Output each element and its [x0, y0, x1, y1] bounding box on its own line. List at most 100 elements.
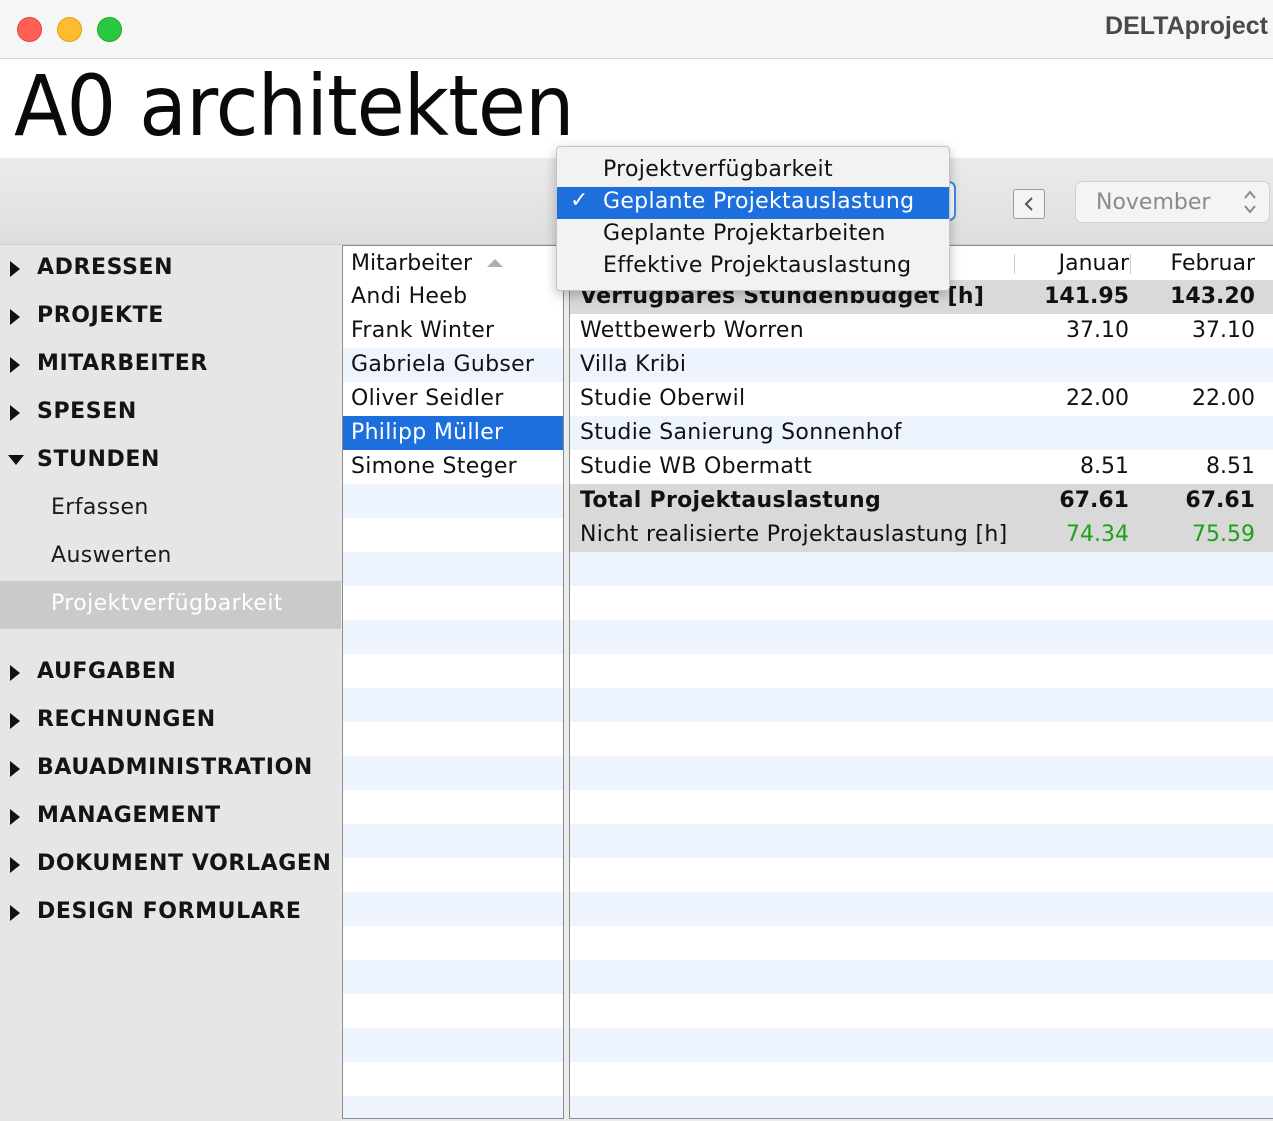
empty-row: [343, 892, 563, 926]
sidebar-item-label: BAUADMINISTRATION: [37, 755, 313, 780]
employee-column-header[interactable]: Mitarbeiter: [343, 246, 563, 280]
menu-item-geplante-projektauslastung[interactable]: ✓ Geplante Projektauslastung: [557, 187, 949, 219]
empty-row: [343, 722, 563, 756]
view-dropdown-menu: Projektverfügbarkeit ✓ Geplante Projekta…: [556, 146, 950, 291]
sidebar-item-label: DESIGN FORMULARE: [37, 899, 302, 924]
menu-item-label: Projektverfügbarkeit: [603, 157, 833, 182]
sidebar-item-adressen[interactable]: ADRESSEN: [0, 245, 341, 293]
cell-januar: 8.51: [1080, 454, 1129, 479]
empty-row: [343, 688, 563, 722]
sidebar-item-rechnungen[interactable]: RECHNUNGEN: [0, 697, 341, 745]
maximize-window-button[interactable]: [97, 17, 122, 42]
row-description: Studie Sanierung Sonnenhof: [580, 420, 902, 445]
sidebar-item-management[interactable]: MANAGEMENT: [0, 793, 341, 841]
empty-row: [343, 1062, 563, 1096]
employee-row[interactable]: Oliver Seidler: [343, 382, 563, 416]
sidebar-item-dokument-vorlagen[interactable]: DOKUMENT VORLAGEN: [0, 841, 341, 889]
empty-row: [343, 960, 563, 994]
empty-row: [343, 586, 563, 620]
column-separator: [1130, 254, 1131, 274]
sidebar-item-aufgaben[interactable]: AUFGABEN: [0, 649, 341, 697]
sidebar-subitem-auswerten[interactable]: Auswerten: [0, 533, 341, 581]
empty-row: [570, 552, 1273, 586]
employee-name: Andi Heeb: [351, 284, 468, 309]
sidebar-item-label: RECHNUNGEN: [37, 707, 216, 732]
cell-januar: 67.61: [1059, 488, 1129, 513]
month-select-value: November: [1096, 190, 1211, 215]
table-row[interactable]: Villa Kribi: [570, 348, 1273, 382]
table-row-total[interactable]: Total Projektauslastung 67.61 67.61: [570, 484, 1273, 518]
empty-row: [343, 1096, 563, 1118]
empty-row: [570, 1096, 1273, 1118]
table-row[interactable]: Wettbewerb Worren 37.10 37.10: [570, 314, 1273, 348]
company-name: A0 architekten: [14, 57, 574, 155]
row-description: Nicht realisierte Projektauslastung [h]: [580, 522, 1008, 547]
menu-item-geplante-projektarbeiten[interactable]: Geplante Projektarbeiten: [557, 219, 949, 251]
employee-row[interactable]: Simone Steger: [343, 450, 563, 484]
triangle-right-icon: [10, 713, 20, 729]
month-select[interactable]: November: [1075, 181, 1270, 223]
employee-header-label: Mitarbeiter: [351, 251, 473, 276]
empty-row: [343, 994, 563, 1028]
sidebar-item-spesen[interactable]: SPESEN: [0, 389, 341, 437]
employee-row[interactable]: Gabriela Gubser: [343, 348, 563, 382]
employee-name: Oliver Seidler: [351, 386, 504, 411]
table-row[interactable]: Studie Oberwil 22.00 22.00: [570, 382, 1273, 416]
sidebar-subitem-projektverfuegbarkeit[interactable]: Projektverfügbarkeit: [0, 581, 341, 629]
empty-row: [570, 722, 1273, 756]
empty-row: [570, 620, 1273, 654]
sidebar-item-bauadministration[interactable]: BAUADMINISTRATION: [0, 745, 341, 793]
employee-row[interactable]: Andi Heeb: [343, 280, 563, 314]
row-description: Wettbewerb Worren: [580, 318, 805, 343]
sidebar-subitem-label: Auswerten: [51, 543, 172, 568]
triangle-right-icon: [10, 405, 20, 421]
empty-row: [343, 756, 563, 790]
row-description: Villa Kribi: [580, 352, 687, 377]
empty-row: [343, 1028, 563, 1062]
cell-februar: 143.20: [1170, 284, 1255, 309]
table-row[interactable]: Studie Sanierung Sonnenhof: [570, 416, 1273, 450]
chevron-left-icon: [1024, 197, 1033, 211]
sidebar-item-stunden[interactable]: STUNDEN: [0, 437, 341, 485]
triangle-right-icon: [10, 761, 20, 777]
previous-button[interactable]: [1013, 189, 1045, 219]
app-title: DELTAproject: [1105, 12, 1268, 40]
empty-row: [570, 960, 1273, 994]
empty-row: [343, 858, 563, 892]
sidebar-item-mitarbeiter[interactable]: MITARBEITER: [0, 341, 341, 389]
empty-row: [343, 654, 563, 688]
cell-februar: 8.51: [1206, 454, 1255, 479]
column-header-februar[interactable]: Februar: [1171, 251, 1255, 276]
cell-februar: 22.00: [1192, 386, 1255, 411]
empty-row: [570, 824, 1273, 858]
title-bar: DELTAproject: [0, 0, 1273, 59]
sidebar-item-design-formulare[interactable]: DESIGN FORMULARE: [0, 889, 341, 937]
triangle-right-icon: [10, 309, 20, 325]
close-window-button[interactable]: [17, 17, 42, 42]
sidebar-item-label: PROJEKTE: [37, 303, 164, 328]
triangle-right-icon: [10, 665, 20, 681]
table-row-unrealized[interactable]: Nicht realisierte Projektauslastung [h] …: [570, 518, 1273, 552]
employee-row[interactable]: Frank Winter: [343, 314, 563, 348]
empty-row: [570, 1062, 1273, 1096]
empty-row: [570, 892, 1273, 926]
employee-row-selected[interactable]: Philipp Müller: [343, 416, 563, 450]
empty-row: [343, 926, 563, 960]
employee-name: Frank Winter: [351, 318, 495, 343]
triangle-right-icon: [10, 809, 20, 825]
menu-item-label: Effektive Projektauslastung: [603, 253, 912, 278]
sidebar-subitem-erfassen[interactable]: Erfassen: [0, 485, 341, 533]
sidebar-item-label: DOKUMENT VORLAGEN: [37, 851, 332, 876]
sidebar-item-projekte[interactable]: PROJEKTE: [0, 293, 341, 341]
column-header-januar[interactable]: Januar: [1059, 251, 1129, 276]
projects-table: Be Januar Februar Verfügbares Stundenbud…: [569, 245, 1273, 1119]
menu-item-effektive-projektauslastung[interactable]: Effektive Projektauslastung: [557, 251, 949, 283]
table-row[interactable]: Studie WB Obermatt 8.51 8.51: [570, 450, 1273, 484]
sidebar-subitem-label: Projektverfügbarkeit: [51, 591, 283, 616]
sidebar-item-label: MANAGEMENT: [37, 803, 221, 828]
menu-item-projektverfuegbarkeit[interactable]: Projektverfügbarkeit: [557, 155, 949, 187]
triangle-right-icon: [10, 905, 20, 921]
minimize-window-button[interactable]: [57, 17, 82, 42]
empty-row: [570, 756, 1273, 790]
employee-name: Simone Steger: [351, 454, 518, 479]
